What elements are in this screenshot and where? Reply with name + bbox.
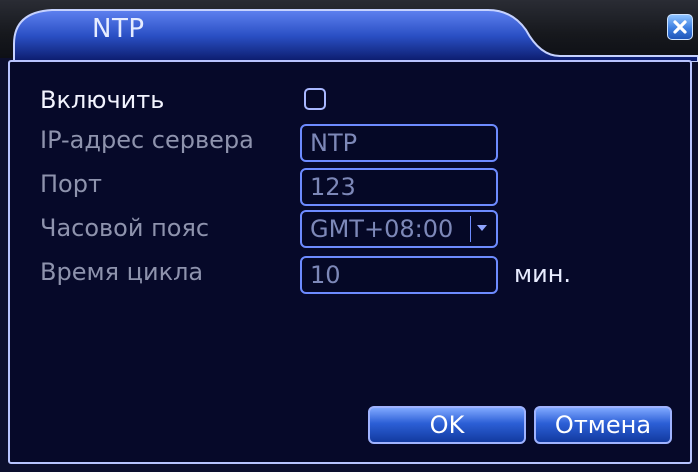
server-address-label: IP-адрес сервера bbox=[40, 126, 254, 154]
chevron-down-icon bbox=[477, 225, 487, 231]
cancel-button[interactable]: Отмена bbox=[534, 406, 672, 444]
dialog-title: NTP bbox=[92, 14, 145, 44]
ok-button[interactable]: OK bbox=[368, 406, 526, 444]
close-icon bbox=[673, 20, 687, 34]
enable-label: Включить bbox=[40, 86, 165, 114]
timezone-value: GMT+08:00 bbox=[310, 215, 454, 243]
cycle-time-label: Время цикла bbox=[40, 258, 204, 286]
cycle-time-input[interactable]: 10 bbox=[300, 256, 498, 294]
ntp-dialog: NTP Включить IP-адрес сервера NTP Порт 1… bbox=[0, 0, 698, 472]
timezone-select[interactable]: GMT+08:00 bbox=[300, 210, 498, 248]
port-input[interactable]: 123 bbox=[300, 168, 498, 206]
settings-panel: Включить IP-адрес сервера NTP Порт 123 Ч… bbox=[8, 60, 692, 464]
cycle-unit-label: мин. bbox=[514, 260, 572, 288]
server-address-input[interactable]: NTP bbox=[300, 124, 498, 162]
close-button[interactable] bbox=[667, 14, 693, 40]
timezone-label: Часовой пояс bbox=[40, 214, 210, 242]
enable-checkbox[interactable] bbox=[304, 88, 326, 110]
select-divider bbox=[470, 216, 471, 242]
port-label: Порт bbox=[40, 170, 102, 198]
